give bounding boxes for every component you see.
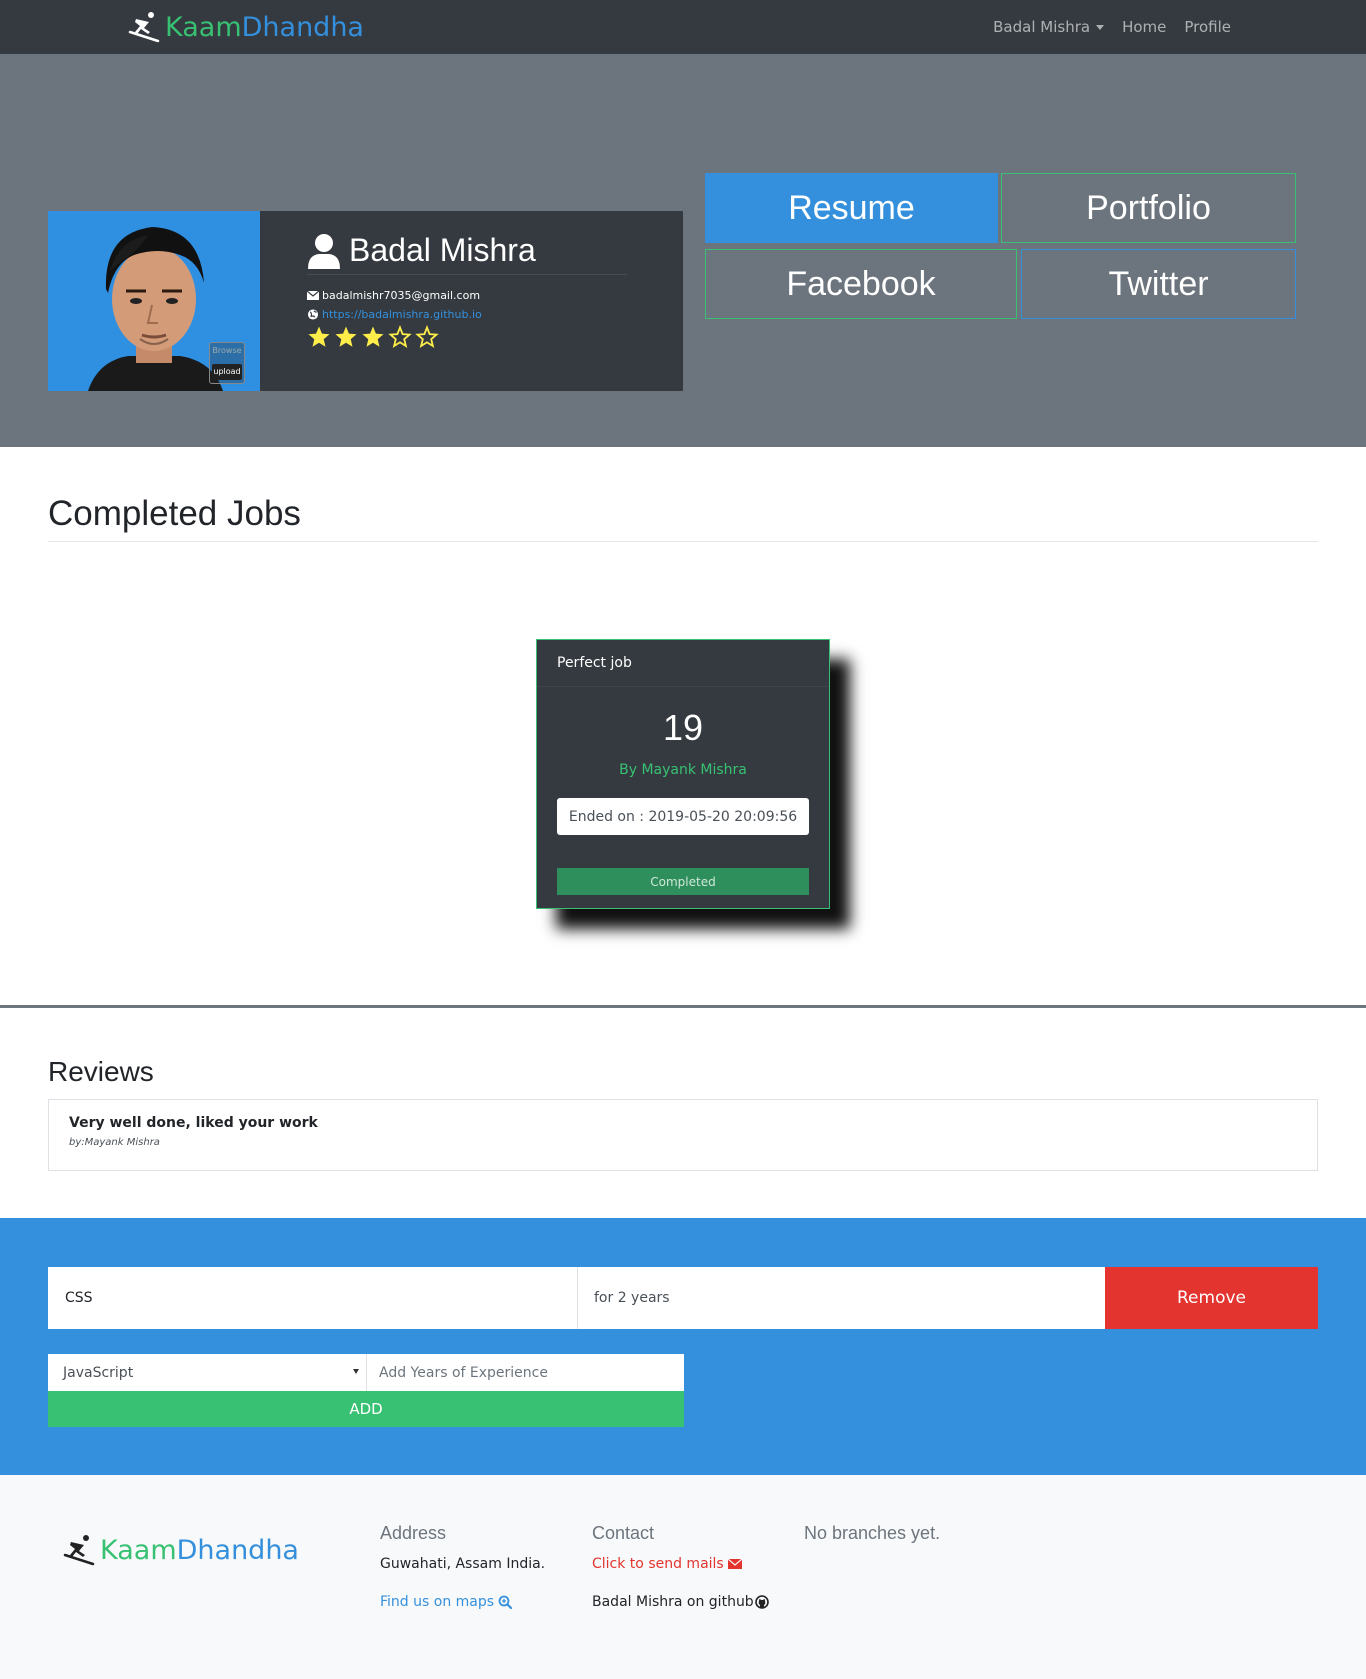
github-link-text: Badal Mishra on github (592, 1594, 754, 1610)
brand-text-dhandha: Dhandha (241, 11, 364, 43)
job-status-badge: Completed (557, 868, 809, 895)
profile-website[interactable]: https://badalmishra.github.io (307, 308, 627, 321)
footer-contact-column: Contact Click to send mails Badal Mishra… (592, 1523, 769, 1610)
section-divider-thick (0, 1005, 1366, 1008)
profile-card: Browse upload Badal Mishra badalmishr703… (48, 211, 683, 391)
github-icon (754, 1595, 769, 1609)
nav-home-link[interactable]: Home (1122, 18, 1166, 36)
footer: Kaam Dhandha Address Guwahati, Assam Indi… (0, 1475, 1366, 1679)
profile-photo: Browse upload (48, 211, 260, 391)
skill-name: CSS (48, 1267, 578, 1329)
profile-website-link[interactable]: https://badalmishra.github.io (322, 308, 482, 321)
globe-icon (307, 309, 319, 320)
browse-label: Browse (212, 346, 242, 355)
footer-brand-dhandha: Dhandha (176, 1534, 299, 1566)
star-filled-icon (335, 326, 357, 347)
job-card[interactable]: Perfect job 19 By Mayank Mishra Ended on… (536, 639, 830, 909)
years-experience-input[interactable]: Add Years of Experience (367, 1354, 684, 1391)
user-menu-dropdown[interactable]: Badal Mishra (993, 18, 1105, 36)
caret-down-icon (1096, 25, 1105, 30)
star-filled-icon (362, 326, 384, 347)
contact-heading: Contact (592, 1523, 655, 1543)
job-client: By Mayank Mishra (619, 762, 747, 778)
profile-email: badalmishr7035@gmail.com (307, 289, 627, 302)
profile-name-row: Badal Mishra (307, 232, 627, 275)
brand-text-kaam: Kaam (165, 11, 242, 43)
skill-row: CSS for 2 years Remove (48, 1267, 1318, 1329)
address-text: Guwahati, Assam India. (380, 1556, 546, 1572)
completed-jobs-title: Completed Jobs (48, 494, 301, 533)
profile-info: Badal Mishra badalmishr7035@gmail.com ht… (307, 232, 627, 349)
review-text: Very well done, liked your work (69, 1115, 318, 1131)
user-menu-label: Badal Mishra (993, 18, 1091, 36)
facebook-button[interactable]: Facebook (705, 249, 1017, 319)
maps-link[interactable]: Find us on maps (380, 1594, 545, 1610)
footer-address-column: Address Guwahati, Assam India. Find us o… (380, 1523, 545, 1610)
job-number: 19 (662, 707, 704, 748)
twitter-button[interactable]: Twitter (1021, 249, 1296, 319)
section-divider (48, 541, 1318, 542)
skill-select[interactable]: JavaScript (48, 1354, 367, 1391)
browse-photo-button[interactable]: Browse upload (209, 342, 245, 384)
top-navbar: Kaam Dhandha Badal Mishra Home Profile (0, 0, 1366, 54)
send-mail-text: Click to send mails (592, 1556, 724, 1572)
add-skill-form: JavaScript Add Years of Experience ADD (48, 1354, 684, 1427)
skills-section: CSS for 2 years Remove JavaScript Add Ye… (0, 1218, 1366, 1475)
skier-icon (63, 1535, 95, 1566)
envelope-icon (307, 290, 319, 300)
resume-button[interactable]: Resume (705, 173, 998, 243)
maps-link-text: Find us on maps (380, 1594, 495, 1610)
select-arrow-icon (353, 1369, 359, 1374)
rating-stars (307, 325, 627, 349)
star-filled-icon (308, 326, 330, 347)
footer-brand-logo[interactable]: Kaam Dhandha (62, 1533, 299, 1567)
star-empty-icon (415, 325, 439, 348)
review-author: by:Mayank Mishra (69, 1137, 160, 1148)
upload-photo-button[interactable]: upload (212, 364, 242, 380)
address-heading: Address (380, 1523, 447, 1543)
envelope-icon (727, 1558, 742, 1569)
nav-links: Badal Mishra Home Profile (975, 0, 1231, 54)
skier-icon (128, 12, 160, 43)
brand-logo[interactable]: Kaam Dhandha (127, 8, 364, 46)
branches-text: No branches yet. (804, 1523, 941, 1543)
job-title: Perfect job (537, 640, 829, 687)
add-skill-button[interactable]: ADD (48, 1391, 684, 1427)
send-mail-link[interactable]: Click to send mails (592, 1556, 769, 1572)
remove-skill-button[interactable]: Remove (1105, 1267, 1318, 1329)
nav-profile-link[interactable]: Profile (1184, 18, 1231, 36)
review-item: Very well done, liked your work by:Mayan… (48, 1099, 1318, 1171)
skill-years: for 2 years (578, 1267, 1105, 1329)
star-empty-icon (388, 325, 412, 348)
skill-select-value: JavaScript (63, 1364, 134, 1381)
footer-branches-column: No branches yet. (804, 1523, 940, 1544)
profile-email-text: badalmishr7035@gmail.com (322, 289, 481, 302)
search-plus-icon (498, 1595, 513, 1609)
add-skill-inputs: JavaScript Add Years of Experience (48, 1354, 684, 1391)
github-link[interactable]: Badal Mishra on github (592, 1594, 769, 1610)
reviews-title: Reviews (48, 1056, 154, 1087)
job-ended-date: Ended on : 2019-05-20 20:09:56 (557, 798, 809, 835)
footer-brand-kaam: Kaam (100, 1534, 177, 1566)
user-icon (308, 233, 340, 269)
profile-name: Badal Mishra (349, 232, 536, 268)
portfolio-button[interactable]: Portfolio (1001, 173, 1296, 243)
